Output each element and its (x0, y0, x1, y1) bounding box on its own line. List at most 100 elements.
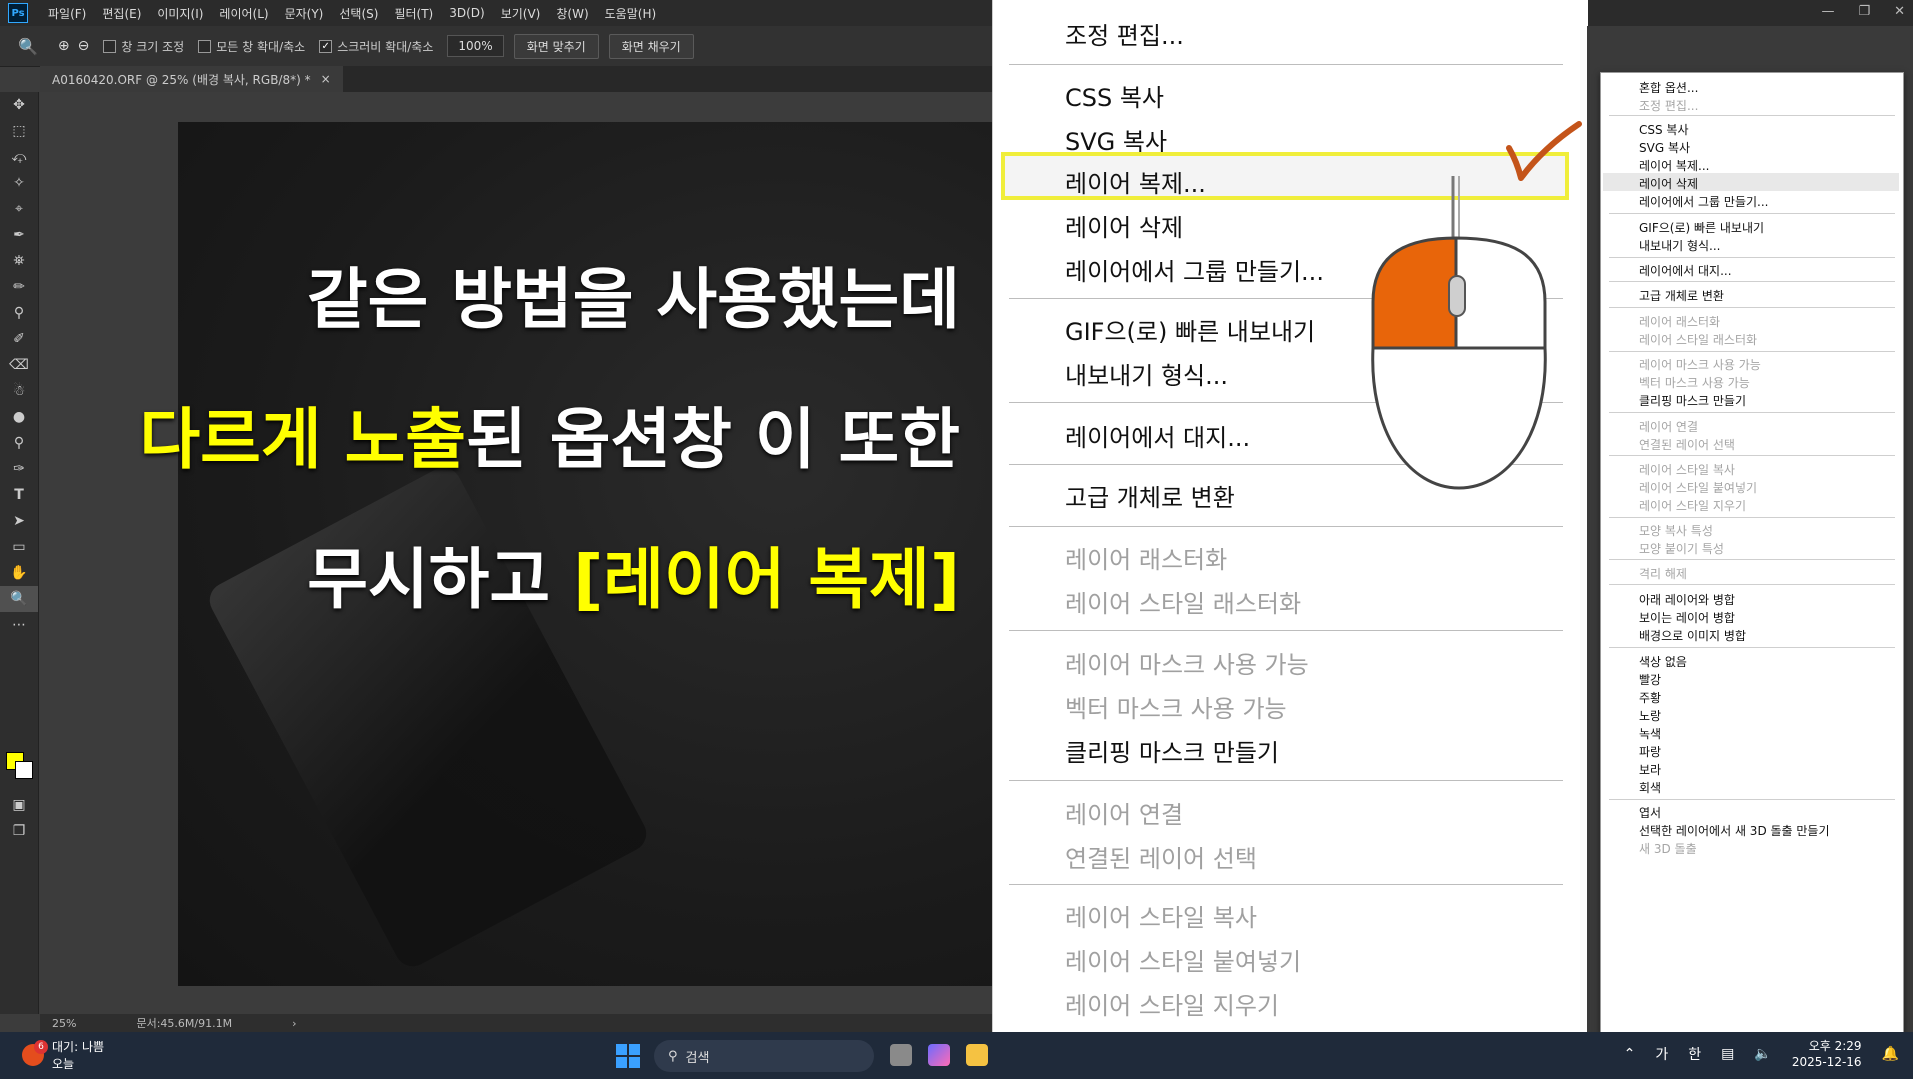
history-brush-tool-icon[interactable]: ✐ (0, 326, 38, 352)
menu-filter[interactable]: 필터(T) (394, 5, 433, 22)
quick-mask-icon[interactable]: ▣ (0, 792, 38, 818)
chevron-up-icon[interactable]: ⌃ (1624, 1046, 1636, 1062)
menu-image[interactable]: 이미지(I) (157, 5, 203, 22)
menu-group-from-layers[interactable]: 레이어에서 그룹 만들기... (1065, 252, 1324, 287)
screen-mode-icon[interactable]: ❐ (0, 818, 38, 844)
menu-duplicate-layer[interactable]: 레이어 복제... (1065, 164, 1206, 199)
menu-create-clipping-mask[interactable]: 클리핑 마스크 만들기 (1639, 392, 1746, 409)
ime-mode[interactable]: 한 (1688, 1044, 1701, 1064)
menu-duplicate-layer[interactable]: 레이어 복제... (1639, 157, 1709, 174)
document-tab[interactable]: A0160420.ORF @ 25% (배경 복사, RGB/8*) * × (40, 66, 343, 92)
menu-color-none[interactable]: 색상 없음 (1639, 653, 1687, 670)
crop-tool-icon[interactable]: ⌖ (0, 196, 38, 222)
stamp-tool-icon[interactable]: ⚲ (0, 300, 38, 326)
menu-svg-copy[interactable]: SVG 복사 (1639, 139, 1690, 156)
menu-window[interactable]: 창(W) (556, 5, 588, 22)
menu-export-as[interactable]: 내보내기 형식... (1639, 237, 1721, 254)
pen-tool-icon[interactable]: ✑ (0, 456, 38, 482)
fit-screen-button[interactable]: 화면 맞추기 (513, 33, 599, 59)
menu-color-red[interactable]: 빨강 (1639, 671, 1661, 688)
fit-window-checkbox[interactable]: 창 크기 조정 (103, 38, 184, 55)
photoshop-logo[interactable]: Ps (8, 3, 28, 23)
menu-type[interactable]: 문자(Y) (285, 5, 324, 22)
zoom-percent-field[interactable]: 100% (447, 35, 504, 57)
menu-artboard-from-layers[interactable]: 레이어에서 대지... (1639, 262, 1732, 279)
menu-color-yellow[interactable]: 노랑 (1639, 707, 1661, 724)
menu-merge-visible[interactable]: 보이는 레이어 병합 (1639, 609, 1735, 626)
windows-start-icon[interactable] (616, 1044, 640, 1068)
taskbar-search[interactable]: ⚲ 검색 (654, 1040, 874, 1072)
task-view-icon[interactable] (890, 1044, 912, 1066)
rectangle-tool-icon[interactable]: ▭ (0, 534, 38, 560)
menu-group-from-layers[interactable]: 레이어에서 그룹 만들기... (1639, 193, 1768, 210)
close-window-icon[interactable]: ✕ (1894, 4, 1905, 19)
minimize-icon[interactable]: — (1821, 4, 1834, 19)
move-tool-icon[interactable]: ✥ (0, 92, 38, 118)
blur-tool-icon[interactable]: ● (0, 404, 38, 430)
menu-color-violet[interactable]: 보라 (1639, 761, 1661, 778)
menu-merge-down[interactable]: 아래 레이어와 병합 (1639, 591, 1735, 608)
menu-flatten-image[interactable]: 배경으로 이미지 병합 (1639, 627, 1746, 644)
lasso-tool-icon[interactable]: ⤽ (0, 144, 38, 170)
paint-bucket-tool-icon[interactable]: ☃ (0, 378, 38, 404)
menu-css-copy[interactable]: CSS 복사 (1639, 121, 1689, 138)
menu-color-green[interactable]: 녹색 (1639, 725, 1661, 742)
menu-3d[interactable]: 3D(D) (449, 6, 484, 20)
menu-new-3d-extrusion-selected[interactable]: 선택한 레이어에서 새 3D 돌출 만들기 (1639, 822, 1830, 839)
restore-icon[interactable]: ❐ (1858, 4, 1870, 19)
checkbox-checked[interactable]: ✓ (319, 39, 333, 53)
magic-wand-tool-icon[interactable]: ✧ (0, 170, 38, 196)
network-icon[interactable]: ▤ (1721, 1046, 1734, 1062)
menu-layer[interactable]: 레이어(L) (219, 5, 268, 22)
zoom-level[interactable]: 25% (52, 1017, 76, 1030)
dodge-tool-icon[interactable]: ⚲ (0, 430, 38, 456)
menu-delete-layer[interactable]: 레이어 삭제 (1639, 175, 1698, 192)
menu-create-clipping-mask[interactable]: 클리핑 마스크 만들기 (1065, 733, 1279, 768)
zoom-tool-icon[interactable]: 🔍 (18, 37, 38, 56)
weather-widget[interactable]: 6 대기: 나쁨 오늘 (22, 1038, 104, 1072)
healing-tool-icon[interactable]: ⛯ (0, 248, 38, 274)
hand-tool-icon[interactable]: ✋ (0, 560, 38, 586)
menu-select[interactable]: 선택(S) (339, 5, 378, 22)
menu-view[interactable]: 보기(V) (501, 5, 541, 22)
zoom-in-icon[interactable]: ⊕ (58, 38, 70, 54)
menu-export-as[interactable]: 내보내기 형식... (1065, 356, 1228, 391)
zoom-out-icon[interactable]: ⊖ (78, 38, 90, 54)
background-color-swatch[interactable] (15, 761, 33, 779)
fill-screen-button[interactable]: 화면 채우기 (608, 33, 694, 59)
volume-icon[interactable]: 🔈 (1754, 1046, 1771, 1062)
checkbox-box[interactable] (103, 39, 117, 53)
zoom-all-checkbox[interactable]: 모든 창 확대/축소 (198, 38, 305, 55)
copilot-icon[interactable] (928, 1044, 950, 1066)
ime-language[interactable]: 가 (1655, 1044, 1668, 1064)
menu-gif-export[interactable]: GIF으(로) 빠른 내보내기 (1639, 219, 1764, 236)
menu-convert-smart-object[interactable]: 고급 개체로 변환 (1639, 287, 1724, 304)
file-explorer-icon[interactable] (966, 1044, 988, 1066)
type-tool-icon[interactable]: T (0, 482, 38, 508)
path-select-tool-icon[interactable]: ➤ (0, 508, 38, 534)
menu-edit[interactable]: 편집(E) (102, 5, 141, 22)
checkbox-box[interactable] (198, 39, 212, 53)
menu-color-orange[interactable]: 주황 (1639, 689, 1661, 706)
menu-color-blue[interactable]: 파랑 (1639, 743, 1661, 760)
menu-blend-options[interactable]: 혼합 옵션... (1639, 79, 1698, 96)
more-tools-icon[interactable]: ⋯ (0, 612, 38, 638)
zoom-tool-icon[interactable]: 🔍 (0, 586, 38, 612)
status-arrow[interactable]: › (292, 1017, 296, 1030)
menu-gif-export[interactable]: GIF으(로) 빠른 내보내기 (1065, 312, 1315, 347)
eyedropper-tool-icon[interactable]: ✒ (0, 222, 38, 248)
menu-adjust-edit[interactable]: 조정 편집... (1065, 16, 1184, 51)
brush-tool-icon[interactable]: ✏ (0, 274, 38, 300)
scrubby-zoom-checkbox[interactable]: ✓ 스크러비 확대/축소 (319, 38, 433, 55)
clock[interactable]: 오후 2:29 2025-12-16 (1792, 1038, 1862, 1070)
menu-convert-smart-object[interactable]: 고급 개체로 변환 (1065, 478, 1235, 513)
eraser-tool-icon[interactable]: ⌫ (0, 352, 38, 378)
menu-file[interactable]: 파일(F) (48, 5, 86, 22)
close-tab-icon[interactable]: × (321, 72, 331, 86)
menu-artboard-from-layers[interactable]: 레이어에서 대지... (1065, 418, 1250, 453)
notifications-icon[interactable]: 🔔 (1882, 1046, 1899, 1062)
menu-color-gray[interactable]: 회색 (1639, 779, 1661, 796)
menu-css-copy[interactable]: CSS 복사 (1065, 78, 1164, 113)
marquee-tool-icon[interactable]: ⬚ (0, 118, 38, 144)
menu-postcard[interactable]: 엽서 (1639, 804, 1661, 821)
